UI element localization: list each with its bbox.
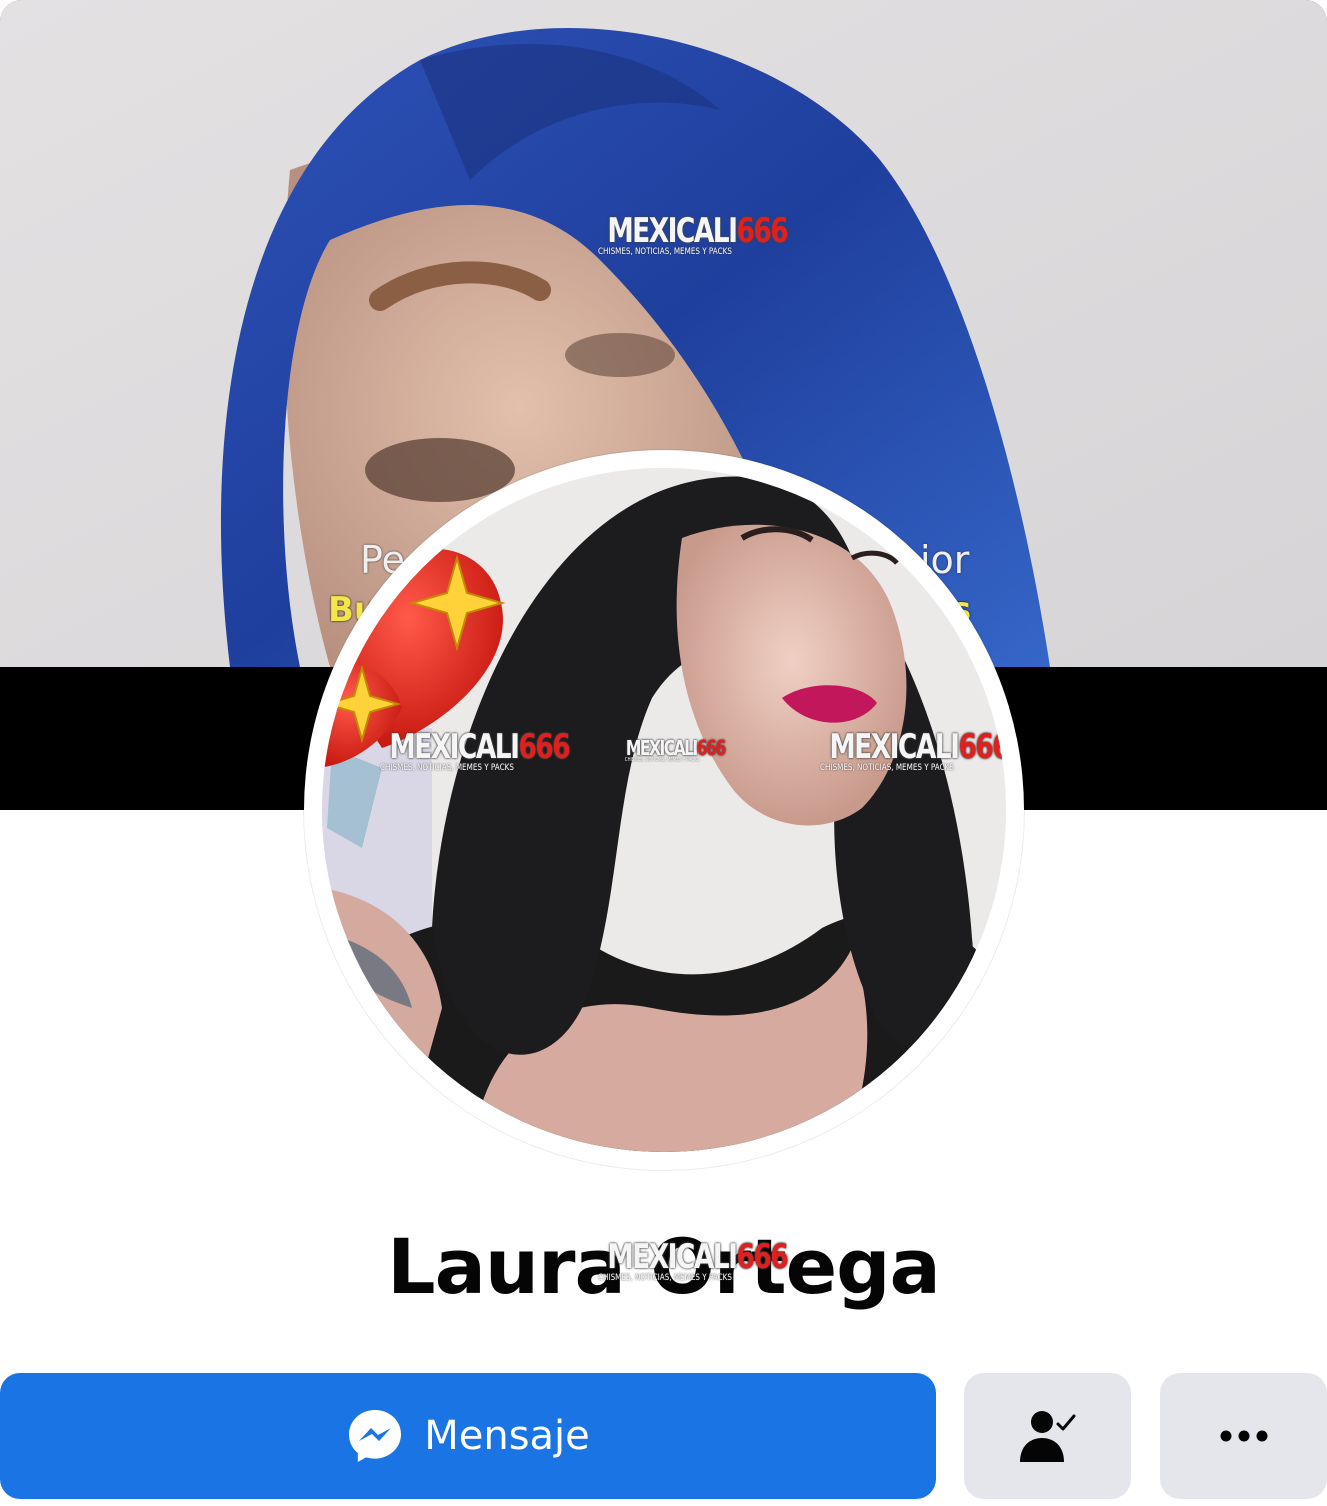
friends-check-icon xyxy=(1018,1406,1078,1466)
watermark-logo: MEXICALI666 CHISMES, NOTICIAS, MEMES Y P… xyxy=(612,738,726,763)
watermark-highlight: 666 xyxy=(736,1237,788,1277)
watermark-logo: MEXICALI666 CHISMES, NOTICIAS, MEMES Y P… xyxy=(582,1237,789,1283)
avatar-photo: MEXICALI666 CHISMES, NOTICIAS, MEMES Y P… xyxy=(322,468,1006,1152)
more-dots-icon xyxy=(1219,1429,1269,1443)
watermark-highlight: 666 xyxy=(518,727,570,767)
watermark-logo: MEXICALI666 CHISMES, NOTICIAS, MEMES Y P… xyxy=(804,727,1006,773)
watermark-subtitle: CHISMES, NOTICIAS, MEMES Y PACKS xyxy=(820,763,954,773)
watermark-text: MEXICALI xyxy=(607,1237,738,1277)
watermark-text: MEXICALI xyxy=(829,727,960,767)
watermark-subtitle: CHISMES, NOTICIAS, MEMES Y PACKS xyxy=(598,247,732,257)
message-button-label: Mensaje xyxy=(424,1413,590,1459)
watermark-subtitle: CHISMES, NOTICIAS, MEMES Y PACKS xyxy=(380,763,514,773)
avatar-image xyxy=(322,468,1006,1152)
profile-avatar[interactable]: MEXICALI666 CHISMES, NOTICIAS, MEMES Y P… xyxy=(304,450,1024,1170)
watermark-subtitle: CHISMES, NOTICIAS, MEMES Y PACKS xyxy=(598,1273,732,1283)
message-button[interactable]: Mensaje xyxy=(0,1373,936,1499)
watermark-logo: MEXICALI666 CHISMES, NOTICIAS, MEMES Y P… xyxy=(364,727,571,773)
messenger-icon xyxy=(346,1407,404,1465)
watermark-logo: MEXICALI666 CHISMES, NOTICIAS, MEMES Y P… xyxy=(582,211,789,257)
watermark-highlight: 666 xyxy=(736,211,788,251)
watermark-highlight: 666 xyxy=(958,727,1006,767)
watermark-highlight: 666 xyxy=(696,736,726,760)
watermark-text: MEXICALI xyxy=(607,211,738,251)
more-button[interactable] xyxy=(1160,1373,1327,1499)
watermark-subtitle: CHISMES, NOTICIAS, MEMES Y PACKS xyxy=(624,757,700,763)
watermark-text: MEXICALI xyxy=(389,727,520,767)
friends-button[interactable] xyxy=(964,1373,1131,1499)
